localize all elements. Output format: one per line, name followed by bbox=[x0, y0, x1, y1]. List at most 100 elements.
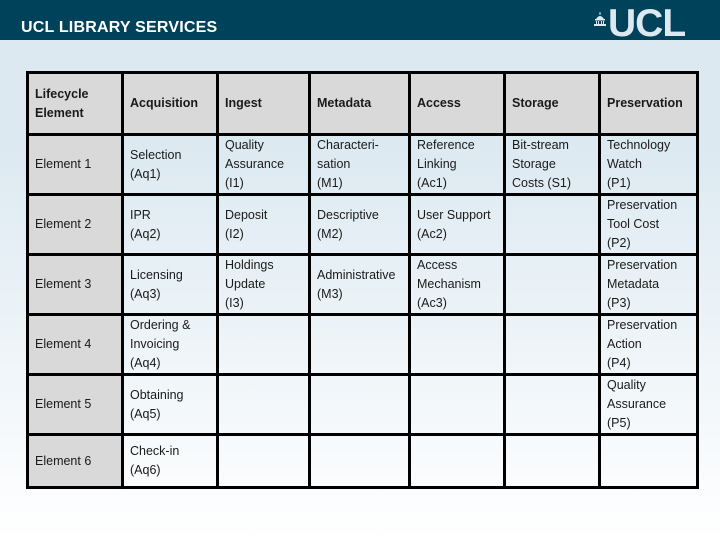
cell-text-line: Selection bbox=[130, 147, 182, 162]
cell-text-line: (I2) bbox=[225, 226, 244, 241]
header-row: Lifecycle Element Acquisition Ingest Metada… bbox=[26, 71, 699, 136]
table-cell: User Support (Ac2) bbox=[408, 193, 506, 256]
table-cell: Selection (Aq1) bbox=[121, 133, 219, 196]
cell-text-line: (Aq5) bbox=[130, 406, 161, 421]
cell-text-line: (P1) bbox=[607, 176, 631, 190]
row-label: Element 6 bbox=[26, 433, 124, 489]
cell-text-line: (Aq1) bbox=[130, 166, 161, 181]
column-header: Lifecycle Element bbox=[26, 71, 124, 136]
cell-text-line: Assurance bbox=[225, 157, 285, 171]
table-cell: Obtaining (Aq5) bbox=[121, 373, 219, 436]
table-cell: Administrative (M3) bbox=[308, 253, 411, 316]
table-row: Element 3 Licensing (Aq3) Holdings Update (I3… bbox=[26, 253, 699, 316]
dome-icon bbox=[594, 12, 606, 26]
column-header: Preservation bbox=[598, 71, 699, 136]
cell-text-line: (M3) bbox=[317, 286, 343, 301]
page-title: UCL LIBRARY SERVICES bbox=[21, 19, 218, 36]
cell-text-line: (Ac2) bbox=[417, 226, 447, 241]
cell-text-line: (Aq3) bbox=[130, 286, 161, 301]
table-cell bbox=[408, 313, 506, 376]
table-cell bbox=[216, 313, 311, 376]
table-cell: Quality Assurance (P5) bbox=[598, 373, 699, 436]
row-label: Element 2 bbox=[26, 193, 124, 256]
cell-text-line: (Aq6) bbox=[130, 463, 161, 477]
cell-text-line: Assurance bbox=[607, 397, 667, 411]
cell-text-line: Descriptive bbox=[317, 207, 379, 222]
table-row: Element 1 Selection (Aq1) Quality Assurance (… bbox=[26, 133, 699, 196]
header-bar: UCL LIBRARY SERVICES UCL bbox=[0, 0, 720, 45]
cell-text-line: Access bbox=[417, 258, 458, 272]
table-cell bbox=[503, 433, 601, 489]
cell-text-line: Storage bbox=[512, 157, 556, 171]
cell-text-line: User Support bbox=[417, 207, 491, 222]
cell-text-line: Watch bbox=[607, 157, 642, 171]
table-cell: Licensing (Aq3) bbox=[121, 253, 219, 316]
table-cell: Reference Linking (Ac1) bbox=[408, 133, 506, 196]
column-header: Access bbox=[408, 71, 506, 136]
cell-text-line: Administrative bbox=[317, 267, 396, 282]
cell-text-line: Holdings bbox=[225, 258, 274, 272]
cell-text-line: (P2) bbox=[607, 236, 631, 250]
row-label: Element 3 bbox=[26, 253, 124, 316]
table-cell: IPR (Aq2) bbox=[121, 193, 219, 256]
cell-text-line: IPR bbox=[130, 207, 151, 222]
column-header: Storage bbox=[503, 71, 601, 136]
table-cell: Check-in (Aq6) bbox=[121, 433, 219, 489]
cell-text-line: Deposit bbox=[225, 207, 268, 222]
table-cell: Descriptive (M2) bbox=[308, 193, 411, 256]
table-cell: Ordering & Invoicing (Aq4) bbox=[121, 313, 219, 376]
table-cell bbox=[408, 373, 506, 436]
logo-text: UCL bbox=[608, 2, 686, 45]
cell-text-line: Linking bbox=[417, 157, 457, 171]
row-label: Element 4 bbox=[26, 313, 124, 376]
row-label: Element 5 bbox=[26, 373, 124, 436]
table-cell: Bit-stream Storage Costs (S1) bbox=[503, 133, 601, 196]
cell-text-line: (I1) bbox=[225, 176, 244, 190]
row-label: Element 1 bbox=[26, 133, 124, 196]
column-header: Acquisition bbox=[121, 71, 219, 136]
table-cell: Preservation Action (P4) bbox=[598, 313, 699, 376]
cell-text-line: Action bbox=[607, 337, 642, 351]
cell-text-line: Invoicing bbox=[130, 337, 180, 351]
cell-text-line: Obtaining bbox=[130, 387, 184, 402]
table-cell: Quality Assurance (I1) bbox=[216, 133, 311, 196]
cell-text-line: Preservation bbox=[607, 198, 678, 212]
table-cell: Access Mechanism (Ac3) bbox=[408, 253, 506, 316]
cell-text-line: Characteri- bbox=[317, 138, 379, 152]
cell-text-line: Technology bbox=[607, 138, 671, 152]
table-cell bbox=[503, 193, 601, 256]
cell-text-line: (P4) bbox=[607, 356, 631, 370]
table-row: Element 2 IPR (Aq2) Deposit (I2) Descriptive (… bbox=[26, 193, 699, 256]
cell-text-line: sation bbox=[317, 157, 351, 171]
table-row: Element 5 Obtaining (Aq5) Quality Assurance (… bbox=[26, 373, 699, 436]
cell-text-line: (M1) bbox=[317, 176, 343, 190]
table-cell: Characteri-sation (M1) bbox=[308, 133, 411, 196]
cell-text-line: Mechanism bbox=[417, 277, 481, 291]
cell-text-line: (P5) bbox=[607, 416, 631, 430]
table-cell bbox=[308, 313, 411, 376]
table-row: Element 6 Check-in (Aq6) bbox=[26, 433, 699, 489]
table-cell bbox=[308, 373, 411, 436]
table-cell bbox=[408, 433, 506, 489]
cell-text-line: Bit-stream bbox=[512, 138, 569, 152]
cell-text-line: Update bbox=[225, 277, 266, 291]
cell-text-line: (Ac1) bbox=[417, 176, 447, 190]
cell-text-line: Preservation bbox=[607, 258, 678, 272]
lifecycle-table: Lifecycle Element Acquisition Ingest Metada… bbox=[26, 71, 699, 489]
table-row: Element 4 Ordering & Invoicing (Aq4) Preserv… bbox=[26, 313, 699, 376]
table-cell: Deposit (I2) bbox=[216, 193, 311, 256]
column-header: Metadata bbox=[308, 71, 411, 136]
cell-text-line: Reference bbox=[417, 138, 475, 152]
cell-text-line: Costs (S1) bbox=[512, 176, 572, 190]
cell-text-line: (I3) bbox=[225, 296, 244, 310]
table-cell bbox=[503, 253, 601, 316]
cell-text-line: (P3) bbox=[607, 296, 631, 310]
cell-text-line: (Aq2) bbox=[130, 226, 161, 241]
table-cell: Preservation Tool Cost (P2) bbox=[598, 193, 699, 256]
cell-text-line: Quality bbox=[225, 138, 264, 152]
table-cell bbox=[503, 373, 601, 436]
cell-text-line: (M2) bbox=[317, 226, 343, 241]
cell-text-line: Check-in bbox=[130, 444, 180, 458]
table-cell: Technology Watch (P1) bbox=[598, 133, 699, 196]
table-cell bbox=[503, 313, 601, 376]
